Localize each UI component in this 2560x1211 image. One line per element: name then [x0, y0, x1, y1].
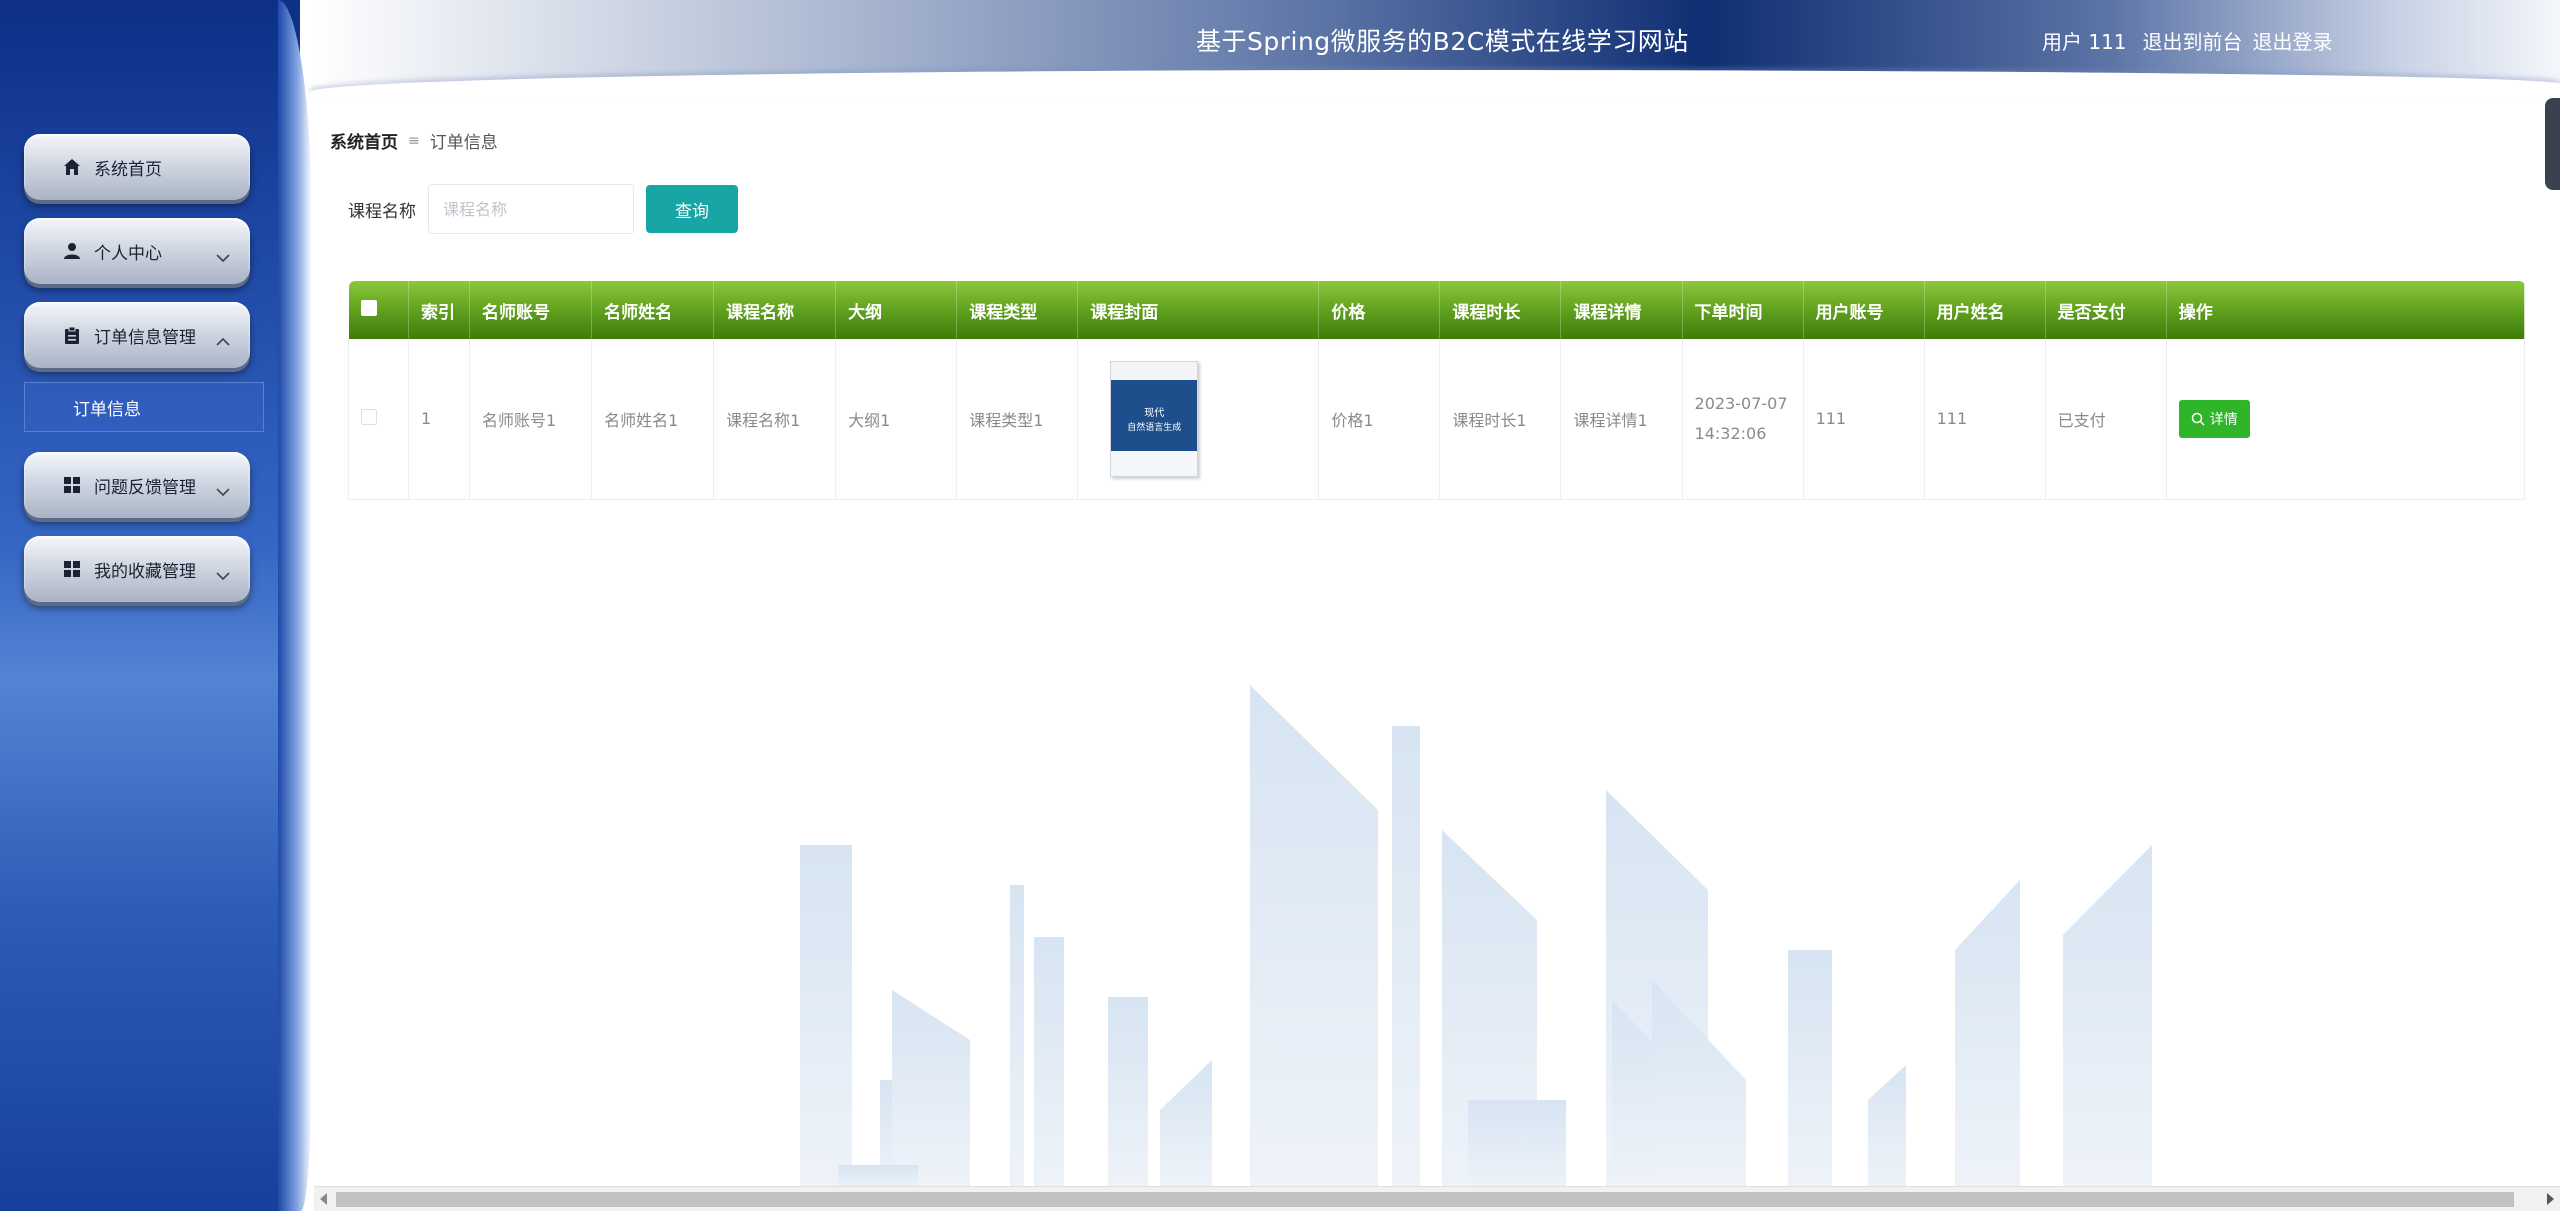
cell-user-name: 111: [1924, 339, 2046, 500]
clipboard-icon: [62, 325, 82, 345]
sidebar: 系统首页 个人中心 订单信息管理 订单信息 问题反馈管理 我的收藏管理: [0, 0, 300, 1211]
select-all-checkbox[interactable]: [348, 281, 410, 339]
orders-table: 索引 名师账号 名师姓名 课程名称 大纲 课程类型 课程封面 价格 课程时长 课…: [347, 281, 2526, 500]
sidebar-menu: 系统首页 个人中心 订单信息管理 订单信息 问题反馈管理 我的收藏管理: [24, 134, 264, 620]
column-header: 操作: [2178, 302, 2213, 323]
sidebar-item-label: 系统首页: [94, 159, 162, 180]
user-label: 用户 111: [2042, 30, 2127, 54]
site-title: 基于Spring微服务的B2C模式在线学习网站: [1196, 27, 1689, 56]
scrollbar-thumb[interactable]: [336, 1192, 2514, 1207]
cell-course-type: 课程类型1: [956, 339, 1079, 500]
column-header: 课程详情: [1560, 281, 1683, 339]
order-time: 14:32:06: [1694, 423, 1767, 443]
cell-index: 1: [408, 339, 471, 500]
user-name: 111: [2088, 30, 2127, 54]
search-label: 课程名称: [348, 201, 416, 222]
order-date: 2023-07-07: [1694, 393, 1788, 413]
query-button[interactable]: 查询: [646, 185, 738, 233]
table-row: 1 名师账号1 名师姓名1 课程名称1 大纲1 课程类型1 现代 自然语言生成 …: [347, 339, 2526, 500]
row-checkbox[interactable]: [347, 339, 410, 500]
sidebar-subitem-label: 订单信息: [73, 399, 141, 420]
column-header: 课程时长: [1439, 281, 1562, 339]
user-icon: [62, 241, 82, 261]
sidebar-item-label: 个人中心: [94, 243, 162, 264]
sidebar-item-label: 问题反馈管理: [94, 477, 196, 498]
column-header: 课程名称: [713, 281, 837, 339]
background-skyline-illustration: [800, 685, 2152, 1190]
sidebar-item-favorites-management[interactable]: 我的收藏管理: [24, 536, 250, 602]
chevron-down-icon: [216, 569, 230, 583]
column-header: 索引: [408, 281, 471, 339]
cell-paid-status: 已支付: [2045, 339, 2167, 500]
column-header: 课程类型: [956, 281, 1079, 339]
breadcrumb-current: 订单信息: [429, 133, 498, 153]
cell-order-time: 2023-07-07 14:32:06: [1682, 339, 1804, 500]
table-header-row: 索引 名师账号 名师姓名 课程名称 大纲 课程类型 课程封面 价格 课程时长 课…: [348, 281, 2525, 339]
home-icon: [62, 157, 82, 177]
breadcrumb-home[interactable]: 系统首页: [330, 128, 398, 153]
grid-icon: [62, 475, 82, 495]
sidebar-subitem-order-info[interactable]: 订单信息: [24, 382, 264, 432]
column-header: 价格: [1318, 281, 1441, 339]
detail-button-label: 详情: [2209, 411, 2238, 428]
cell-course-cover: 现代 自然语言生成: [1077, 339, 1320, 500]
search-bar: 课程名称 查询: [348, 184, 738, 234]
cover-subtitle: 自然语言生成: [1127, 422, 1182, 433]
cover-title: 现代: [1144, 407, 1165, 419]
column-header: 用户账号: [1803, 281, 1925, 339]
chevron-down-icon: [216, 251, 230, 265]
cell-course-name: 课程名称1: [713, 339, 837, 500]
orders-table-wrapper: 索引 名师账号 名师姓名 课程名称 大纲 课程类型 课程封面 价格 课程时长 课…: [347, 281, 2526, 500]
cell-outline: 大纲1: [835, 339, 958, 500]
sidebar-item-home[interactable]: 系统首页: [24, 134, 250, 200]
search-icon: [2191, 412, 2205, 426]
scroll-right-arrow-icon[interactable]: [2547, 1193, 2554, 1205]
sidebar-item-label: 订单信息管理: [94, 327, 196, 348]
breadcrumb-separator-icon: ≡: [408, 132, 420, 149]
column-header: 下单时间: [1682, 281, 1804, 339]
cell-duration: 课程时长1: [1439, 339, 1562, 500]
header-user-area: 用户 111 退出到前台 退出登录: [2042, 26, 2333, 55]
course-name-search-input[interactable]: [428, 184, 634, 234]
breadcrumb: 系统首页 ≡ 订单信息: [330, 128, 498, 154]
sidebar-item-order-management[interactable]: 订单信息管理: [24, 302, 250, 368]
column-header: 课程封面: [1077, 281, 1320, 339]
chevron-down-icon: [216, 485, 230, 499]
cell-teacher-name: 名师姓名1: [591, 339, 715, 500]
sidebar-item-personal-center[interactable]: 个人中心: [24, 218, 250, 284]
column-header: 用户姓名: [1924, 281, 2046, 339]
logout-link[interactable]: 退出登录: [2253, 26, 2333, 55]
sidebar-item-label: 我的收藏管理: [94, 561, 196, 582]
detail-button[interactable]: 详情: [2178, 399, 2250, 438]
cell-user-account: 111: [1803, 339, 1925, 500]
course-cover-image[interactable]: 现代 自然语言生成: [1110, 360, 1199, 477]
sidebar-item-feedback-management[interactable]: 问题反馈管理: [24, 452, 250, 518]
side-widget-handle[interactable]: [2545, 98, 2560, 190]
back-to-front-link[interactable]: 退出到前台: [2143, 26, 2243, 55]
cell-details: 课程详情1: [1560, 339, 1683, 500]
cell-actions: 详情: [2166, 339, 2526, 500]
column-header: 名师账号: [469, 281, 593, 339]
grid-icon: [62, 559, 82, 579]
column-header: 是否支付: [2045, 281, 2167, 339]
sidebar-edge-decoration: [278, 0, 312, 1211]
column-header: 大纲: [835, 281, 958, 339]
cell-teacher-account: 名师账号1: [469, 339, 593, 500]
horizontal-scrollbar[interactable]: [314, 1186, 2560, 1211]
chevron-up-icon: [216, 335, 230, 349]
scroll-left-arrow-icon[interactable]: [320, 1193, 327, 1205]
column-header: 名师姓名: [591, 281, 715, 339]
cell-price: 价格1: [1318, 339, 1441, 500]
